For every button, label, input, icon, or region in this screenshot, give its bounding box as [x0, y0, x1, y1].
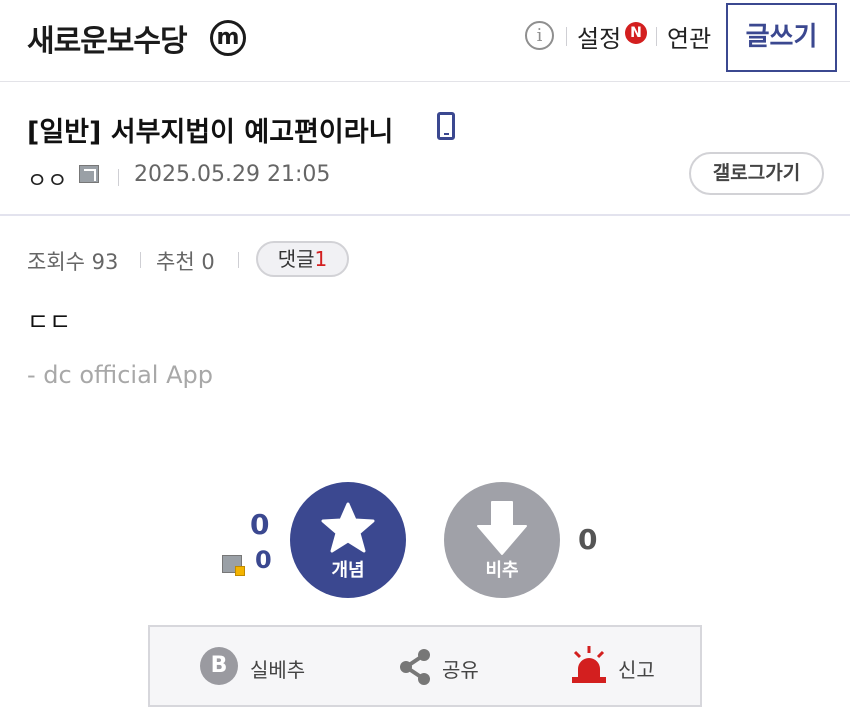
best-recommend-button[interactable]: B 실베추: [200, 647, 320, 687]
upvote-button[interactable]: 개념: [290, 482, 406, 598]
gallog-button[interactable]: 갤로그가기: [689, 152, 824, 195]
share-button[interactable]: 공유: [398, 647, 488, 687]
divider: [566, 27, 567, 46]
post-body: ㄷㄷ: [27, 308, 72, 336]
gallery-title[interactable]: 새로운보수당: [27, 16, 188, 60]
post-action-bar: B 실베추 공유 신고: [148, 625, 702, 707]
siren-icon: [572, 646, 606, 683]
report-button[interactable]: 신고: [570, 646, 670, 687]
comment-count: 1: [314, 247, 328, 271]
best-recommend-label: 실베추: [250, 658, 306, 682]
write-button[interactable]: 글쓰기: [726, 3, 837, 72]
fixed-upvote-count: 0: [255, 546, 272, 574]
report-label: 신고: [618, 658, 655, 682]
mobile-icon: [437, 112, 455, 140]
down-arrow-icon: [477, 501, 527, 555]
author-name[interactable]: ㅇㅇ: [27, 163, 67, 195]
view-count: 조회수 93: [27, 250, 119, 274]
post-header: [일반] 서부지법이 예고편이라니 ㅇㅇ 2025.05.29 21:05 갤로…: [0, 82, 850, 216]
share-icon: [400, 649, 430, 685]
best-icon: B: [200, 647, 238, 685]
upvote-label: 개념: [331, 560, 365, 581]
upvote-count: 0: [250, 508, 270, 541]
downvote-label: 비추: [485, 560, 519, 581]
gallery-header: 새로운보수당 m i 설정 N 연관 글쓰기: [0, 0, 850, 82]
recommend-count: 추천 0: [156, 250, 215, 274]
settings-link[interactable]: 설정: [577, 19, 621, 54]
user-icon: [79, 165, 99, 183]
share-label: 공유: [442, 658, 479, 682]
app-signature: - dc official App: [27, 361, 213, 389]
fixed-user-icon: [222, 555, 245, 576]
star-icon: [321, 502, 375, 553]
new-badge: N: [625, 22, 647, 44]
downvote-button[interactable]: 비추: [444, 482, 560, 598]
downvote-count: 0: [578, 523, 598, 556]
post-date: 2025.05.29 21:05: [134, 162, 331, 187]
related-link[interactable]: 연관: [667, 19, 711, 54]
comment-button[interactable]: 댓글1: [256, 241, 349, 277]
divider: [238, 252, 239, 268]
info-icon[interactable]: i: [525, 21, 554, 50]
post-title: [일반] 서부지법이 예고편이라니: [27, 117, 394, 148]
minor-gallery-icon: m: [210, 20, 246, 56]
divider: [140, 252, 141, 268]
divider: [656, 27, 657, 46]
divider: [118, 169, 119, 186]
comment-label: 댓글: [277, 247, 315, 271]
